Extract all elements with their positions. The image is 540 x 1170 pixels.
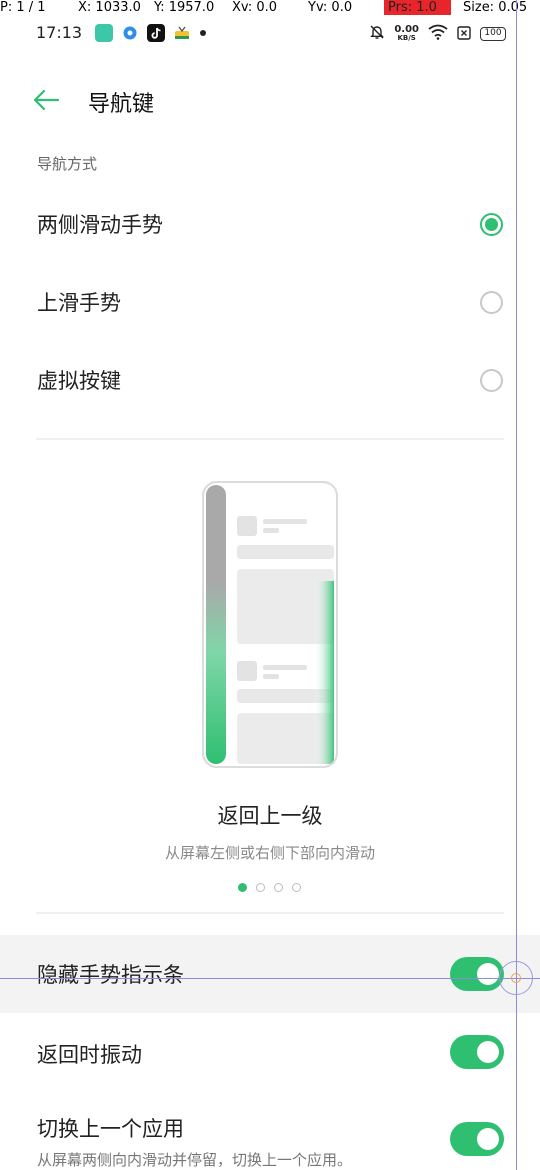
toggle-row-vibrate-on-back[interactable]: 返回时振动	[0, 1013, 540, 1091]
gesture-illustration	[202, 481, 338, 768]
nav-option-label: 两侧滑动手势	[37, 213, 163, 237]
toggle-row-hide-gesture-bar[interactable]: 隐藏手势指示条	[0, 935, 540, 1013]
illustration-page-indicator	[238, 883, 301, 892]
status-bar: 17:13 0.00 KB/S 100	[0, 20, 540, 48]
tiktok-app-icon	[147, 24, 165, 42]
radio-button[interactable]	[480, 369, 503, 392]
page-title: 导航键	[88, 92, 155, 117]
wifi-icon	[428, 24, 448, 44]
touch-pointer-dot	[511, 973, 521, 983]
page-dot-active[interactable]	[238, 883, 247, 892]
toggle-label: 切换上一个应用	[37, 1117, 184, 1141]
back-arrow-icon[interactable]	[32, 86, 60, 114]
nav-option-label: 虚拟按键	[37, 369, 121, 393]
page-dot[interactable]	[274, 883, 283, 892]
toggle-switch[interactable]	[450, 1035, 504, 1069]
browser-app-icon	[121, 24, 139, 42]
gesture-description: 从屏幕左侧或右侧下部向内滑动	[164, 844, 375, 862]
debug-pressure: Prs: 1.0	[384, 0, 451, 15]
toggle-switch[interactable]	[450, 957, 504, 991]
network-speed: 0.00 KB/S	[394, 25, 419, 43]
nav-method-section-label: 导航方式	[37, 155, 98, 173]
nav-option-label: 上滑手势	[37, 291, 121, 315]
nav-option-swipe-up[interactable]: 上滑手势	[0, 263, 540, 341]
nav-option-side-swipe[interactable]: 两侧滑动手势	[0, 185, 540, 263]
toggle-label: 隐藏手势指示条	[37, 963, 184, 987]
pointer-crosshair-horizontal	[0, 978, 540, 979]
divider	[36, 912, 504, 914]
debug-pointer-count: P: 1 / 1	[0, 0, 46, 15]
mute-bell-icon	[369, 24, 385, 44]
status-time: 17:13	[36, 23, 83, 42]
video-app-icon	[173, 24, 191, 42]
debug-x: X: 1033.0	[78, 0, 141, 15]
more-notifications-dot	[200, 30, 206, 36]
divider	[36, 438, 504, 440]
network-speed-unit: KB/S	[397, 34, 416, 42]
message-app-icon	[95, 24, 113, 42]
toggle-label: 返回时振动	[37, 1043, 142, 1067]
toggle-row-switch-previous-app[interactable]: 切换上一个应用 从屏幕两侧向内滑动并停留，切换上一个应用。	[0, 1091, 540, 1170]
gesture-title: 返回上一级	[217, 804, 323, 828]
debug-size: Size: 0.05	[463, 0, 528, 15]
page-header: 导航键	[0, 78, 540, 124]
pointer-debug-bar: P: 1 / 1 X: 1033.0 Y: 1957.0 Xv: 0.0 Yv:…	[0, 0, 540, 18]
page-dot[interactable]	[292, 883, 301, 892]
toggle-description: 从屏幕两侧向内滑动并停留，切换上一个应用。	[37, 1151, 353, 1169]
nav-option-virtual-keys[interactable]: 虚拟按键	[0, 341, 540, 419]
page-dot[interactable]	[256, 883, 265, 892]
no-sim-icon	[457, 25, 471, 44]
debug-y: Y: 1957.0	[154, 0, 215, 15]
debug-xv: Xv: 0.0	[232, 0, 278, 15]
toggle-switch[interactable]	[450, 1122, 504, 1156]
battery-indicator: 100	[480, 27, 506, 41]
debug-yv: Yv: 0.0	[308, 0, 353, 15]
radio-button[interactable]	[480, 291, 503, 314]
radio-button-checked[interactable]	[480, 213, 503, 236]
